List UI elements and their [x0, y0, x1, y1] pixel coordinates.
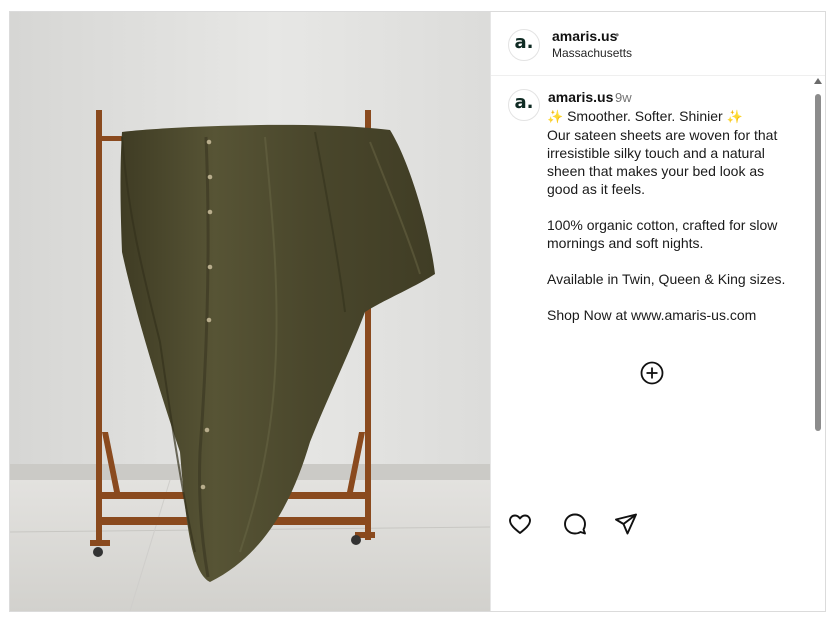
scroll-up-arrow[interactable] — [814, 78, 822, 84]
avatar[interactable]: a. — [508, 29, 540, 61]
heart-icon[interactable] — [506, 510, 534, 538]
scroll-thumb[interactable] — [815, 94, 821, 431]
location-link[interactable]: Massachusetts — [552, 46, 632, 60]
caption-headline: Smoother. Softer. Shinier — [567, 108, 723, 124]
plus-circle-icon[interactable] — [639, 360, 665, 391]
post-dialog: a. amaris.us • Massachusetts a. amaris.u… — [9, 11, 826, 612]
caption-body: Our sateen sheets are woven for that irr… — [547, 127, 778, 197]
caption-avatar[interactable]: a. — [508, 89, 540, 121]
post-image[interactable] — [10, 12, 490, 611]
post-sidebar: a. amaris.us • Massachusetts a. amaris.u… — [490, 12, 825, 611]
post-header: a. amaris.us • Massachusetts — [491, 12, 825, 76]
action-bar — [491, 510, 825, 540]
header-separator-dot: • — [615, 28, 620, 42]
post-time[interactable]: 9w — [615, 90, 632, 105]
caption-shop: Shop Now at www.amaris-us.com — [547, 307, 757, 323]
caption-sizes: Available in Twin, Queen & King sizes. — [547, 271, 786, 287]
caption-section: a. amaris.us 9w ✨ Smoother. Softer. Shin… — [491, 76, 825, 471]
scrollbar[interactable] — [813, 78, 823, 458]
caption-material: 100% organic cotton, crafted for slow mo… — [547, 217, 778, 251]
header-username[interactable]: amaris.us — [552, 28, 617, 44]
caption-username[interactable]: amaris.us — [548, 89, 613, 105]
sparkle-emoji: ✨ — [547, 109, 564, 124]
sparkle-emoji: ✨ — [726, 109, 743, 124]
caption-text: ✨ Smoother. Softer. Shinier ✨ Our sateen… — [547, 107, 797, 342]
comment-icon[interactable] — [561, 510, 589, 538]
send-icon[interactable] — [612, 510, 640, 538]
